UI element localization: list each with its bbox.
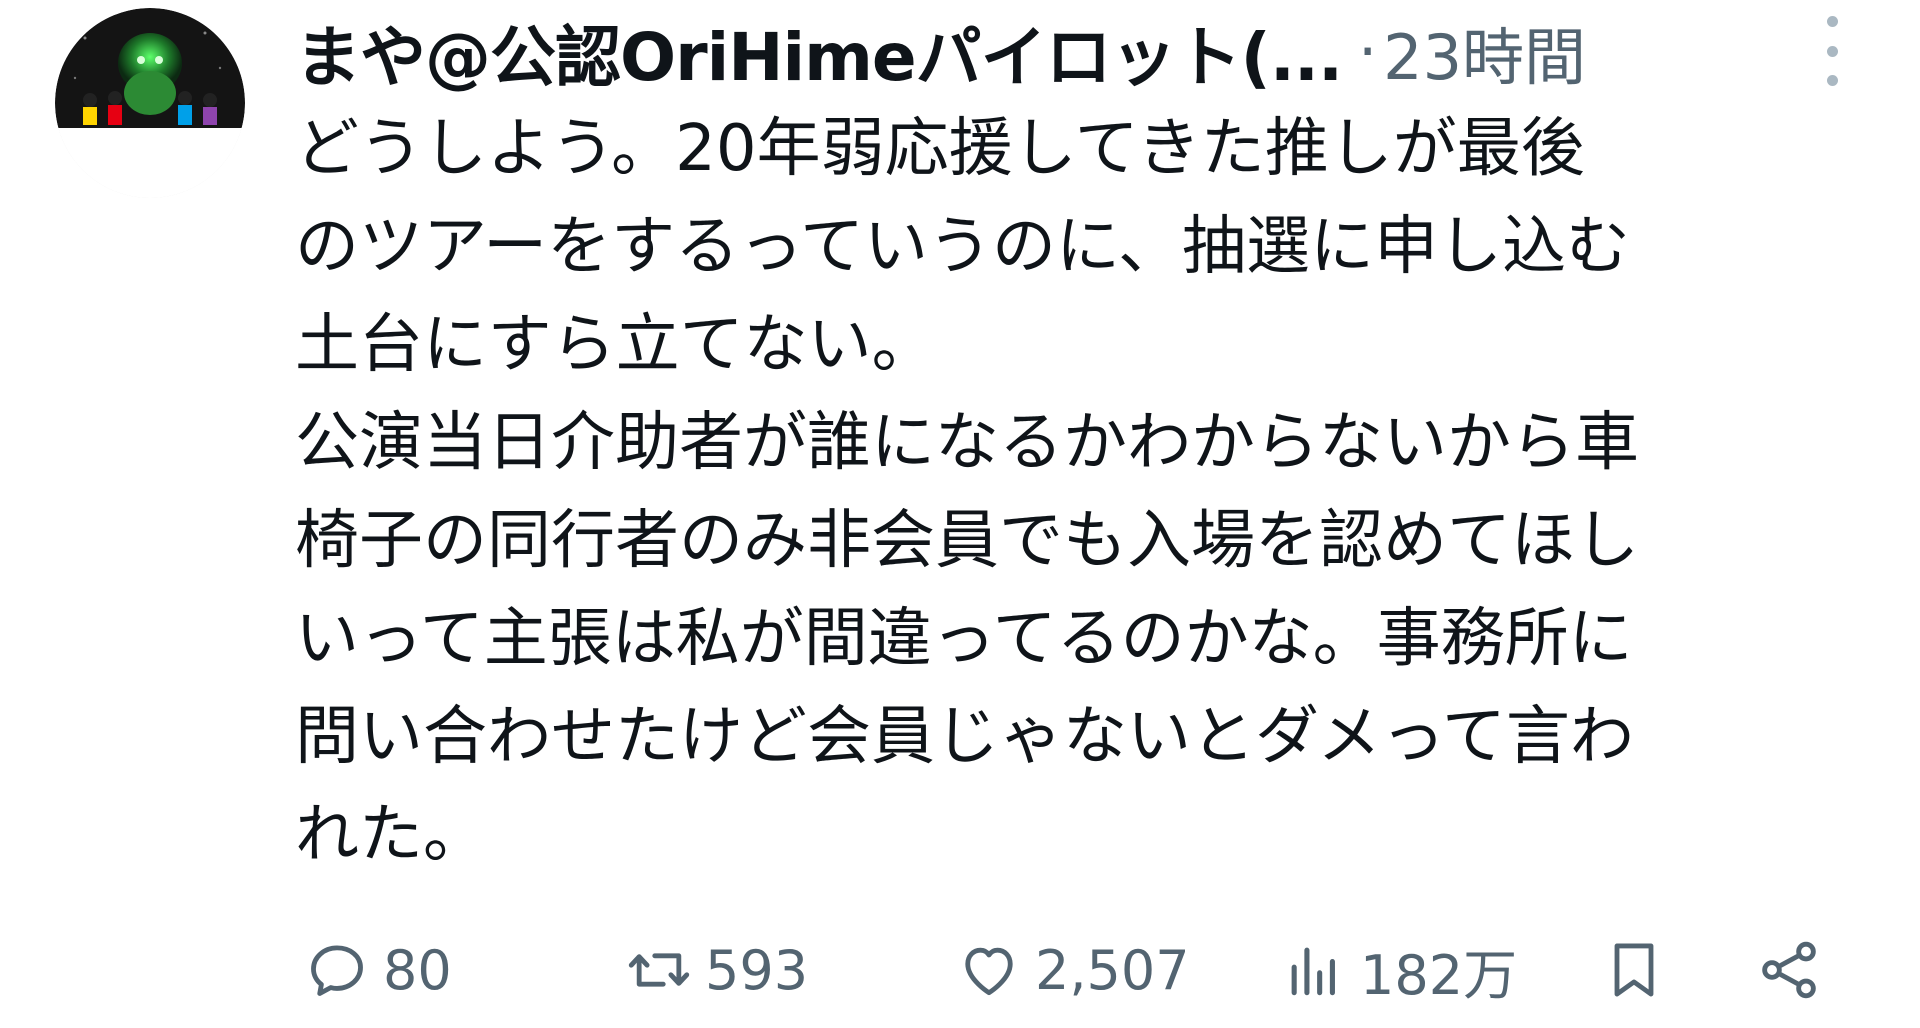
views-icon: [1291, 947, 1335, 996]
reply-count: 80: [383, 938, 452, 1002]
tweet-text-line: 土台にすら立てない。: [295, 308, 936, 382]
tweet-header: まや@公認OriHimeパイロット(... · 23時間: [295, 6, 1855, 98]
bookmark-button[interactable]: [1600, 936, 1668, 1004]
tweet-text: どうしよう。20年弱応援してきた推しが最後 のツアーをするっていうのに、抽選に申…: [295, 100, 1895, 884]
share-button[interactable]: [1755, 936, 1823, 1004]
like-button[interactable]: 2,507: [955, 936, 1190, 1004]
views-count: 182万: [1360, 943, 1518, 1007]
display-name[interactable]: まや@公認OriHimeパイロット(...: [295, 4, 1343, 100]
tweet-text-line: れた。: [295, 798, 487, 872]
tweet-text-line: のツアーをするっていうのに、抽選に申し込む: [295, 210, 1631, 284]
avatar-image: [55, 8, 245, 198]
bookmark-icon: [1614, 943, 1654, 997]
tweet-text-line: どうしよう。20年弱応援してきた推しが最後: [295, 112, 1585, 186]
action-bar: 80 593 2,507 182万: [295, 925, 1845, 1015]
like-count: 2,507: [1035, 938, 1190, 1002]
header-separator: ·: [1358, 17, 1378, 87]
heart-icon: [965, 947, 1013, 996]
reply-icon: [311, 945, 363, 996]
avatar[interactable]: [55, 8, 245, 198]
timestamp[interactable]: 23時間: [1383, 7, 1586, 97]
tweet-text-line: 椅子の同行者のみ非会員でも入場を認めてほし: [295, 504, 1639, 578]
retweet-button[interactable]: 593: [625, 936, 808, 1004]
more-options-icon[interactable]: [1812, 16, 1852, 86]
tweet-text-line: いって主張は私が間違ってるのかな。事務所に: [295, 602, 1633, 676]
retweet-count: 593: [705, 938, 809, 1002]
views-button[interactable]: 182万: [1280, 931, 1517, 1010]
more-dot: [1826, 45, 1838, 57]
tweet-text-line: 問い合わせたけど会員じゃないとダメって言わ: [295, 700, 1634, 774]
retweet-icon: [628, 953, 690, 987]
reply-button[interactable]: 80: [303, 936, 452, 1004]
tweet[interactable]: まや@公認OriHimeパイロット(... · 23時間 どうしよう。20年弱応…: [0, 0, 1920, 1028]
more-dot: [1826, 16, 1838, 27]
more-dot: [1826, 75, 1838, 86]
tweet-text-line: 公演当日介助者が誰になるかわからないから車: [295, 406, 1639, 480]
share-icon: [1762, 941, 1816, 999]
